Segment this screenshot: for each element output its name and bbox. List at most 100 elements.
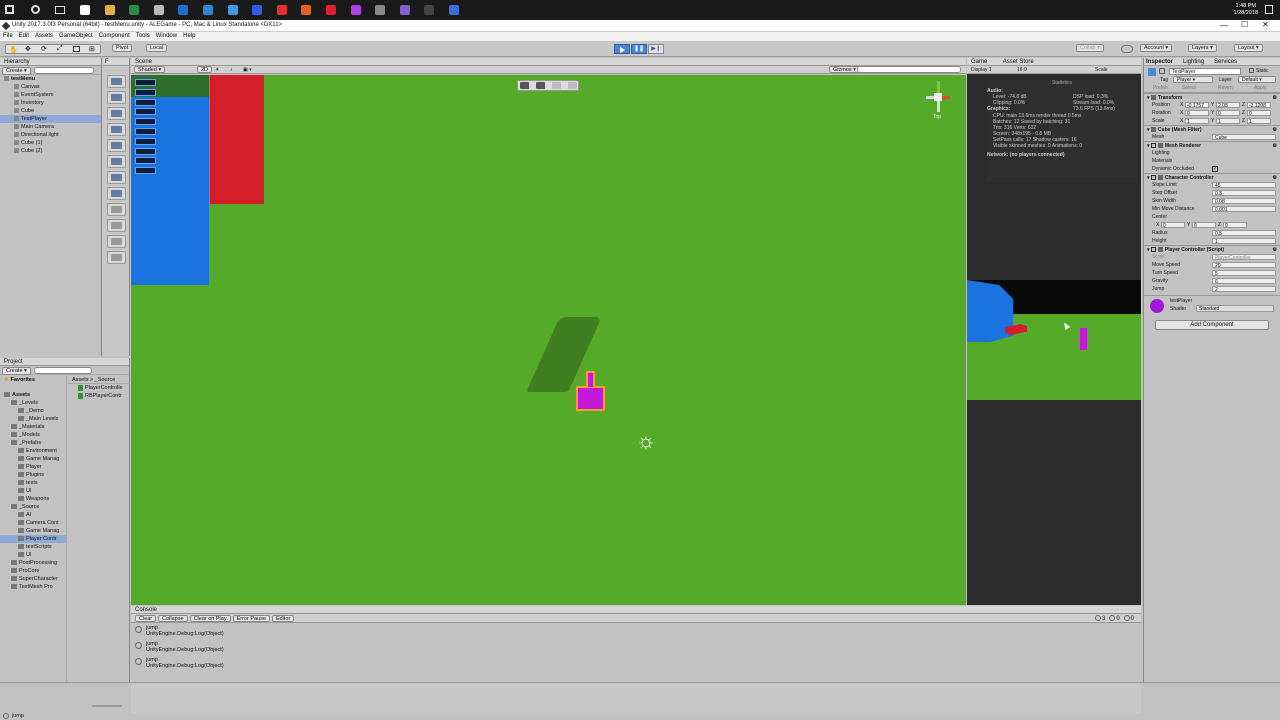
shading-mode-dropdown[interactable]: Shaded ▾: [134, 66, 166, 73]
status-message[interactable]: jump: [12, 713, 24, 719]
warning-count-icon[interactable]: [1109, 615, 1116, 621]
project-folder[interactable]: Game Manag: [0, 527, 66, 535]
dynamic-occluded-checkbox[interactable]: ✓: [1212, 166, 1218, 172]
project-folder[interactable]: ProCore: [0, 567, 66, 575]
project-folder[interactable]: SuperCharacter: [0, 575, 66, 583]
component-enabled-checkbox[interactable]: [1150, 247, 1156, 253]
clock-time[interactable]: 1:48 PM: [1234, 3, 1258, 10]
menu-help[interactable]: Help: [183, 33, 195, 39]
axis-x-field[interactable]: -0.1757: [1185, 102, 1209, 108]
add-component-button[interactable]: Add Component: [1155, 320, 1269, 330]
layer-toggle-icon[interactable]: [135, 128, 156, 135]
static-toggle[interactable]: Static: [1249, 68, 1269, 74]
hierarchy-item[interactable]: TestPlayer: [0, 115, 101, 123]
blue-cube[interactable]: [131, 75, 209, 285]
project-file[interactable]: PlayerControlle: [68, 384, 130, 392]
hierarchy-item[interactable]: EventSystem: [0, 91, 101, 99]
lighting-toggle-icon[interactable]: ☀: [215, 67, 219, 73]
account-button[interactable]: Account ▾: [1140, 44, 1173, 52]
console-editor-button[interactable]: Editor: [271, 615, 295, 622]
camera-icon[interactable]: [107, 171, 126, 184]
notification-icon[interactable]: [1265, 5, 1273, 14]
scene-tab[interactable]: Scene: [131, 58, 966, 66]
menu-window[interactable]: Window: [156, 33, 177, 39]
cylinder-icon[interactable]: [107, 123, 126, 136]
plane-icon[interactable]: [107, 139, 126, 152]
rotate-tool-icon[interactable]: ⟳: [41, 45, 47, 53]
property-value-field[interactable]: 0.3: [1212, 190, 1276, 197]
step-button[interactable]: ▶❙: [648, 44, 664, 54]
layer-toggle-icon[interactable]: [135, 79, 156, 86]
axis-z-field[interactable]: 0: [1223, 222, 1247, 228]
axis-y-field[interactable]: 0: [1216, 110, 1240, 116]
prefab-apply-button[interactable]: Apply: [1254, 85, 1267, 91]
prefab-revert-button[interactable]: Revert: [1218, 85, 1233, 91]
axis-y-field[interactable]: 0: [1192, 222, 1216, 228]
component-header[interactable]: ▾ Transform ⚙: [1144, 93, 1280, 101]
layout-button[interactable]: Layout ▾: [1234, 44, 1263, 52]
axis-x-field[interactable]: 0: [1185, 110, 1209, 116]
axis-y-field[interactable]: 2.08: [1216, 102, 1240, 108]
pause-button[interactable]: ❚❚: [631, 44, 647, 54]
axis-x-field[interactable]: 0: [1161, 222, 1185, 228]
project-folder[interactable]: tests: [0, 479, 66, 487]
layer-toggle-icon[interactable]: [135, 118, 156, 126]
opera-icon[interactable]: [276, 5, 287, 15]
hand-icon[interactable]: [568, 82, 577, 89]
axis-z-field[interactable]: -2.1208: [1247, 102, 1271, 108]
aspect-dropdown[interactable]: 16:9: [1017, 66, 1027, 74]
terrain-icon[interactable]: [107, 187, 126, 200]
file-explorer-icon[interactable]: [80, 5, 90, 15]
console-collapse-button[interactable]: Collapse: [158, 615, 188, 622]
property-value-field[interactable]: Cube: [1212, 134, 1276, 141]
layer-toggle-icon[interactable]: [135, 98, 156, 106]
collab-button[interactable]: Collab ▾: [1076, 44, 1104, 52]
axis-z-field[interactable]: 1: [1247, 118, 1271, 124]
red-cube[interactable]: [210, 75, 264, 204]
close-icon[interactable]: ✕: [1262, 20, 1269, 29]
menu-assets[interactable]: Assets: [35, 33, 53, 39]
menu-gameobject[interactable]: GameObject: [59, 33, 93, 39]
project-folder[interactable]: PostProcessing: [0, 559, 66, 567]
property-value-field[interactable]: 0.08: [1212, 198, 1276, 205]
console-entry[interactable]: jump UnityEngine.Debug:Log(Object): [131, 623, 1141, 639]
project-folder[interactable]: Player Contr: [0, 535, 66, 543]
gizmos-dropdown[interactable]: Gizmos ▾: [829, 66, 860, 73]
rect-tool-icon[interactable]: [73, 46, 80, 52]
project-file[interactable]: RBPlayerContr: [68, 392, 130, 400]
hierarchy-item[interactable]: Inventory: [0, 99, 101, 107]
layer-dropdown[interactable]: Default ▾: [1238, 76, 1276, 83]
project-folder[interactable]: Camera Cont: [0, 519, 66, 527]
inspector-tab-services[interactable]: Services: [1214, 59, 1237, 65]
hand-tool-icon[interactable]: ✋: [9, 46, 18, 54]
local-button[interactable]: Local: [146, 44, 168, 52]
project-folder[interactable]: Weapons: [0, 495, 66, 503]
scene-gizmo[interactable]: Top: [917, 79, 961, 125]
property-value-field[interactable]: PlayerController: [1212, 254, 1276, 261]
axis-y-field[interactable]: 1: [1216, 118, 1240, 124]
music-icon[interactable]: [350, 5, 361, 15]
layer-toggle-icon[interactable]: [135, 167, 156, 175]
hierarchy-item[interactable]: Cube (1): [0, 139, 101, 147]
property-value-field[interactable]: 20: [1212, 262, 1276, 269]
material-section[interactable]: testPlayer Shader Standard: [1144, 295, 1280, 315]
active-toggle[interactable]: [1159, 68, 1165, 74]
property-value-field[interactable]: 45: [1212, 182, 1276, 189]
hierarchy-item[interactable]: testMenu: [0, 75, 101, 83]
scene-search-input[interactable]: [857, 66, 961, 73]
discord-icon[interactable]: [449, 5, 459, 15]
cube-icon[interactable]: [107, 75, 126, 88]
firefox-icon[interactable]: [301, 5, 312, 15]
project-folder[interactable]: AI: [0, 511, 66, 519]
move-icon[interactable]: [536, 82, 545, 89]
app3-icon[interactable]: [375, 5, 386, 15]
word-icon[interactable]: [178, 5, 189, 15]
favorites-item[interactable]: ★ Favorites: [0, 376, 66, 384]
chrome-icon[interactable]: [252, 5, 263, 15]
folder-icon[interactable]: [104, 5, 115, 15]
cloud-icon[interactable]: [1121, 45, 1133, 53]
transform-tool-icon[interactable]: ⊞: [89, 45, 95, 53]
project-folder[interactable]: _Source: [0, 503, 66, 511]
layers-button[interactable]: Layers ▾: [1188, 44, 1217, 52]
particles-icon[interactable]: [107, 219, 126, 232]
